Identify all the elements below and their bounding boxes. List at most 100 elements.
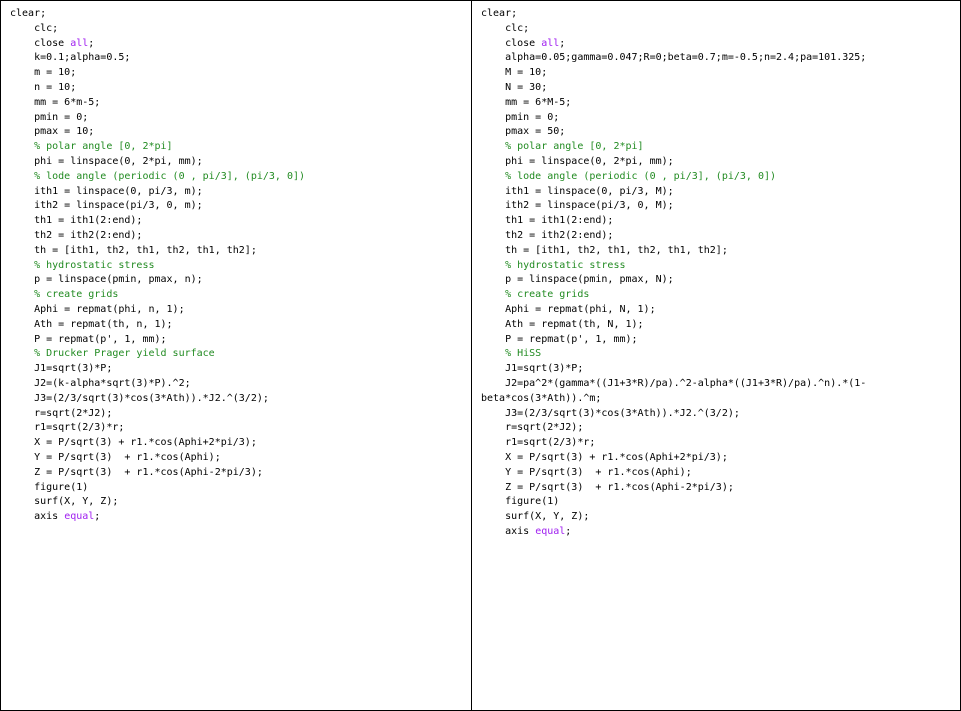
code-line: surf(X, Y, Z); xyxy=(481,510,960,525)
code-text: N = 30; xyxy=(481,81,548,93)
code-keyword: all xyxy=(541,37,560,49)
code-text: J1=sqrt(3)*P; xyxy=(481,363,584,375)
code-comment: % polar angle [0, 2*pi] xyxy=(10,141,173,153)
code-text: r1=sqrt(2/3)*r; xyxy=(10,422,125,434)
code-line: clear; xyxy=(10,7,471,22)
code-line: ith2 = linspace(pi/3, 0, m); xyxy=(10,199,471,214)
code-line: axis equal; xyxy=(10,510,471,525)
code-comment: % hydrostatic stress xyxy=(481,259,626,271)
code-text: J3=(2/3/sqrt(3)*cos(3*Ath)).*J2.^(3/2); xyxy=(481,407,740,419)
code-text: clear; xyxy=(10,8,47,19)
code-line: Aphi = repmat(phi, N, 1); xyxy=(481,303,960,318)
code-line: % create grids xyxy=(481,288,960,303)
code-line: % hydrostatic stress xyxy=(481,259,960,274)
code-text: surf(X, Y, Z); xyxy=(10,496,119,508)
code-text: Y = P/sqrt(3) + r1.*cos(Aphi); xyxy=(10,451,221,463)
code-text: r=sqrt(2*J2); xyxy=(10,407,113,419)
code-text: mm = 6*m-5; xyxy=(10,96,101,108)
code-text: surf(X, Y, Z); xyxy=(481,511,590,523)
code-text: phi = linspace(0, 2*pi, mm); xyxy=(10,155,203,167)
code-line: n = 10; xyxy=(10,81,471,96)
code-line: pmax = 50; xyxy=(481,125,960,140)
code-line: alpha=0.05;gamma=0.047;R=0;beta=0.7;m=-0… xyxy=(481,51,960,66)
code-text: pmin = 0; xyxy=(481,111,560,123)
code-text: P = repmat(p', 1, mm); xyxy=(481,333,638,345)
code-line: % lode angle (periodic (0 , pi/3], (pi/3… xyxy=(10,170,471,185)
code-text: figure(1) xyxy=(10,481,89,493)
code-line: r=sqrt(2*J2); xyxy=(10,407,471,422)
code-line: close all; xyxy=(481,37,960,52)
code-text: close xyxy=(481,37,542,49)
code-line: th2 = ith2(2:end); xyxy=(10,229,471,244)
code-text: th2 = ith2(2:end); xyxy=(481,229,614,241)
code-text: m = 10; xyxy=(10,67,77,79)
code-text: alpha=0.05;gamma=0.047;R=0;beta=0.7;m=-0… xyxy=(481,52,867,64)
code-line: X = P/sqrt(3) + r1.*cos(Aphi+2*pi/3); xyxy=(481,451,960,466)
code-text: ith1 = linspace(0, pi/3, M); xyxy=(481,185,674,197)
code-line: pmax = 10; xyxy=(10,125,471,140)
code-line: clc; xyxy=(481,22,960,37)
code-line: ith1 = linspace(0, pi/3, M); xyxy=(481,185,960,200)
code-line: close all; xyxy=(10,37,471,52)
code-keyword: equal xyxy=(64,511,95,523)
code-line: r=sqrt(2*J2); xyxy=(481,421,960,436)
code-text: axis xyxy=(481,525,536,537)
code-comment: % polar angle [0, 2*pi] xyxy=(481,141,644,153)
code-line: % Drucker Prager yield surface xyxy=(10,347,471,362)
code-text: ; xyxy=(559,37,566,49)
code-text: Z = P/sqrt(3) + r1.*cos(Aphi-2*pi/3); xyxy=(481,481,734,493)
code-line: phi = linspace(0, 2*pi, mm); xyxy=(10,155,471,170)
code-line: J1=sqrt(3)*P; xyxy=(10,362,471,377)
code-text: clc; xyxy=(481,22,530,34)
code-line: th2 = ith2(2:end); xyxy=(481,229,960,244)
code-text: ; xyxy=(565,525,572,537)
code-comment: % lode angle (periodic (0 , pi/3], (pi/3… xyxy=(10,170,306,182)
code-text: clc; xyxy=(10,22,59,34)
code-line: J3=(2/3/sqrt(3)*cos(3*Ath)).*J2.^(3/2); xyxy=(10,392,471,407)
left-code-panel: clear; clc; close all; k=0.1;alpha=0.5; … xyxy=(0,0,472,711)
code-line: P = repmat(p', 1, mm); xyxy=(481,333,960,348)
code-text: J1=sqrt(3)*P; xyxy=(10,363,113,375)
code-text: Y = P/sqrt(3) + r1.*cos(Aphi); xyxy=(481,466,692,478)
code-line: m = 10; xyxy=(10,66,471,81)
code-text: phi = linspace(0, 2*pi, mm); xyxy=(481,155,674,167)
code-line: J1=sqrt(3)*P; xyxy=(481,362,960,377)
code-line: th = [ith1, th2, th1, th2, th1, th2]; xyxy=(10,244,471,259)
code-text: r1=sqrt(2/3)*r; xyxy=(481,437,596,449)
code-text: p = linspace(pmin, pmax, N); xyxy=(481,274,674,286)
code-line: J2=pa^2*(gamma*((J1+3*R)/pa).^2-alpha*((… xyxy=(481,377,960,392)
code-text: mm = 6*M-5; xyxy=(481,96,572,108)
code-line: axis equal; xyxy=(481,525,960,540)
code-text: r=sqrt(2*J2); xyxy=(481,422,584,434)
code-text: th = [ith1, th2, th1, th2, th1, th2]; xyxy=(10,244,257,256)
right-code-panel: clear; clc; close all; alpha=0.05;gamma=… xyxy=(471,0,961,711)
code-text: th2 = ith2(2:end); xyxy=(10,229,143,241)
code-line: r1=sqrt(2/3)*r; xyxy=(481,436,960,451)
code-text: J2=pa^2*(gamma*((J1+3*R)/pa).^2-alpha*((… xyxy=(481,377,867,389)
code-text: th1 = ith1(2:end); xyxy=(10,215,143,227)
code-line: p = linspace(pmin, pmax, N); xyxy=(481,273,960,288)
code-line: figure(1) xyxy=(481,495,960,510)
code-line: J3=(2/3/sqrt(3)*cos(3*Ath)).*J2.^(3/2); xyxy=(481,407,960,422)
right-code-block: clear; clc; close all; alpha=0.05;gamma=… xyxy=(481,7,960,540)
code-comment: % Drucker Prager yield surface xyxy=(10,348,215,360)
code-text: J3=(2/3/sqrt(3)*cos(3*Ath)).*J2.^(3/2); xyxy=(10,392,269,404)
code-keyword: all xyxy=(70,37,89,49)
code-line: pmin = 0; xyxy=(10,111,471,126)
code-line: ith1 = linspace(0, pi/3, m); xyxy=(10,185,471,200)
code-line: Y = P/sqrt(3) + r1.*cos(Aphi); xyxy=(481,466,960,481)
code-line: figure(1) xyxy=(10,481,471,496)
code-line: P = repmat(p', 1, mm); xyxy=(10,333,471,348)
code-text: ith2 = linspace(pi/3, 0, M); xyxy=(481,200,674,212)
code-comment: % create grids xyxy=(10,289,119,301)
code-text: Aphi = repmat(phi, N, 1); xyxy=(481,303,656,315)
code-line: p = linspace(pmin, pmax, n); xyxy=(10,273,471,288)
code-text: ith2 = linspace(pi/3, 0, m); xyxy=(10,200,203,212)
code-text: ith1 = linspace(0, pi/3, m); xyxy=(10,185,203,197)
code-text: th = [ith1, th2, th1, th2, th1, th2]; xyxy=(481,244,728,256)
code-text: J2=(k-alpha*sqrt(3)*P).^2; xyxy=(10,377,191,389)
code-text: p = linspace(pmin, pmax, n); xyxy=(10,274,203,286)
code-line: Ath = repmat(th, n, 1); xyxy=(10,318,471,333)
code-text: k=0.1;alpha=0.5; xyxy=(10,52,131,64)
code-line: phi = linspace(0, 2*pi, mm); xyxy=(481,155,960,170)
